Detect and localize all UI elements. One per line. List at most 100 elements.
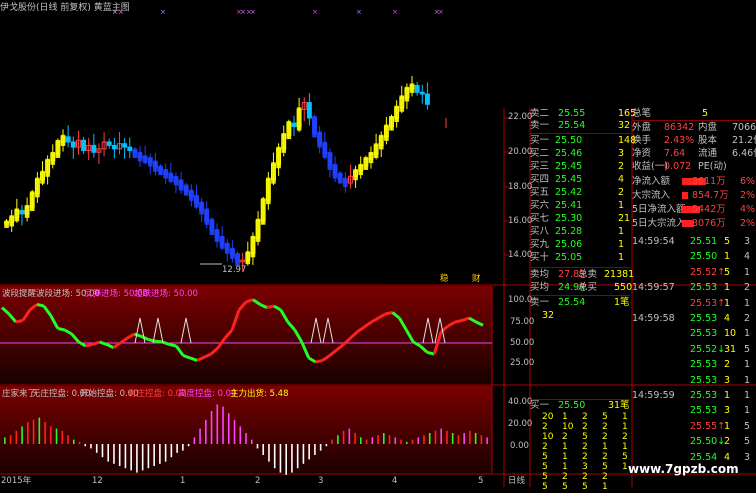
queue-volume: 1 bbox=[602, 482, 608, 492]
signal-marker: × bbox=[160, 8, 166, 16]
band-segment bbox=[40, 170, 45, 184]
tick-list[interactable]: 14:59:54 25.51 5 3 25.50 1 4 25.52↑ 5 1 14:59:57 25… bbox=[632, 236, 756, 476]
bid-volume: 3 bbox=[618, 148, 625, 159]
flow-value: 5442万 bbox=[692, 204, 726, 215]
signal-marker: × bbox=[438, 8, 444, 16]
flow-percent: 2% bbox=[740, 218, 756, 229]
band-segment bbox=[4, 220, 9, 228]
signal-marker: × bbox=[356, 8, 362, 16]
flow-label: 净流入额 bbox=[632, 176, 671, 187]
bid-queue-row[interactable]: 买一 25.50 31笔 bbox=[530, 400, 630, 411]
tick-count: 3 bbox=[744, 236, 751, 247]
oscillator-segment bbox=[148, 338, 156, 343]
date-axis: 2015年 12 1 2 3 4 5 日线 bbox=[0, 476, 530, 487]
stats-panel: 总笔 5 外盘 86342内盘 70666 换手 2.43%股本 21.2亿净资 7.64 流… bbox=[632, 108, 756, 238]
candle-body[interactable] bbox=[424, 93, 430, 105]
bid-volume: 21 bbox=[618, 213, 631, 224]
band-segment bbox=[199, 201, 204, 215]
band-segment bbox=[214, 229, 220, 242]
candle-body[interactable] bbox=[19, 209, 25, 215]
band-segment bbox=[204, 208, 210, 225]
band-segment bbox=[266, 177, 271, 205]
candle-body[interactable] bbox=[419, 91, 425, 95]
oscillator-segment bbox=[266, 304, 275, 310]
tick-price: 25.53 bbox=[690, 328, 718, 340]
tick-volume: 1 bbox=[724, 420, 731, 432]
tick-price: 25.54 bbox=[690, 451, 718, 463]
price-tick: 16.00 bbox=[508, 216, 533, 226]
candle-body[interactable] bbox=[106, 141, 112, 146]
candle-body[interactable] bbox=[414, 84, 420, 93]
band-segment bbox=[183, 184, 189, 196]
indicator2-name[interactable]: 庄家来了 bbox=[2, 387, 36, 399]
candle-body[interactable] bbox=[111, 144, 117, 150]
tick-price: 25.53 bbox=[690, 313, 718, 324]
band-segment bbox=[368, 151, 374, 164]
bid-label: 买五 bbox=[530, 187, 550, 198]
band-segment bbox=[409, 83, 415, 93]
tick-count: 5 bbox=[744, 420, 751, 432]
band-segment bbox=[363, 157, 369, 170]
tick-count: 1 bbox=[744, 266, 751, 278]
tick-count: 1 bbox=[744, 359, 751, 371]
indicator1-value: 超跌进场: 50.00 bbox=[134, 289, 198, 299]
oscillator-segment bbox=[57, 326, 66, 332]
indicator1-name[interactable]: 波段提醒 bbox=[2, 287, 36, 299]
watermark: www.7gpzb.com bbox=[628, 462, 739, 476]
axis-tick: 40.00 bbox=[508, 397, 533, 407]
bid-price: 25.06 bbox=[555, 239, 583, 250]
candle-body[interactable] bbox=[306, 102, 312, 119]
bid-volume: 1 bbox=[618, 252, 625, 263]
signal-marker: × bbox=[312, 8, 318, 16]
band-segment bbox=[45, 158, 50, 177]
tick-price: 25.53 bbox=[690, 405, 718, 417]
bid-row: 买六 25.41 1 bbox=[530, 200, 624, 211]
bid-price: 25.45 bbox=[555, 174, 583, 185]
event-tag[interactable]: 财 bbox=[472, 274, 481, 285]
period-label[interactable]: 日线 bbox=[508, 476, 525, 487]
candle-body[interactable] bbox=[65, 136, 71, 143]
candle-body[interactable] bbox=[127, 146, 133, 152]
tick-row[interactable]: 14:59:59 25.53 1 1 bbox=[632, 390, 756, 401]
date-tick: 12 bbox=[92, 476, 103, 486]
tick-count: 1 bbox=[744, 328, 751, 340]
stat-label: 流通 bbox=[698, 148, 718, 159]
event-tag[interactable]: 稳 bbox=[440, 274, 449, 285]
tick-volume: 4 bbox=[724, 313, 731, 324]
ask-queue-row[interactable]: 卖一 25.54 1笔 bbox=[530, 297, 630, 308]
band-segment bbox=[245, 251, 251, 265]
band-segment bbox=[55, 139, 61, 158]
stat-label: 净资 bbox=[632, 148, 652, 159]
tick-count: 1 bbox=[744, 390, 751, 401]
tick-row[interactable]: 14:59:58 25.53 4 2 bbox=[632, 313, 756, 324]
stat-label: 外盘 bbox=[632, 122, 652, 133]
band-segment bbox=[378, 134, 384, 150]
candle-body[interactable] bbox=[81, 139, 87, 152]
tick-price: 25.55↑ bbox=[690, 420, 726, 432]
divider bbox=[530, 399, 630, 400]
low-price-mark: 12.97 bbox=[222, 265, 247, 275]
flow-percent: 6% bbox=[740, 176, 756, 187]
signal-marker: × bbox=[240, 8, 246, 16]
candle-body[interactable] bbox=[122, 143, 128, 148]
band-segment bbox=[137, 151, 143, 162]
band-segment bbox=[194, 194, 199, 208]
tick-price: 25.50↓ bbox=[690, 436, 726, 448]
tick-count: 4 bbox=[744, 251, 751, 263]
band-segment bbox=[224, 242, 230, 254]
bid-volume: 1 bbox=[618, 200, 625, 211]
bid-volume: 1 bbox=[618, 239, 625, 250]
avg-row: 卖均 27.83 总卖 21381 bbox=[530, 269, 635, 280]
queue-volume: 5 bbox=[562, 482, 568, 492]
candle-body[interactable] bbox=[70, 141, 76, 148]
band-segment bbox=[29, 191, 35, 212]
tick-row[interactable]: 14:59:54 25.51 5 3 bbox=[632, 236, 756, 247]
tick-row[interactable]: 14:59:57 25.53 1 2 bbox=[632, 282, 756, 293]
band-segment bbox=[312, 116, 317, 138]
tick-time: 14:59:57 bbox=[632, 282, 675, 294]
candle-body[interactable] bbox=[291, 122, 297, 128]
candle-body[interactable] bbox=[91, 144, 97, 153]
tick-volume: 3 bbox=[724, 374, 731, 386]
band-segment bbox=[394, 105, 399, 122]
bid-label: 买三 bbox=[530, 161, 550, 172]
